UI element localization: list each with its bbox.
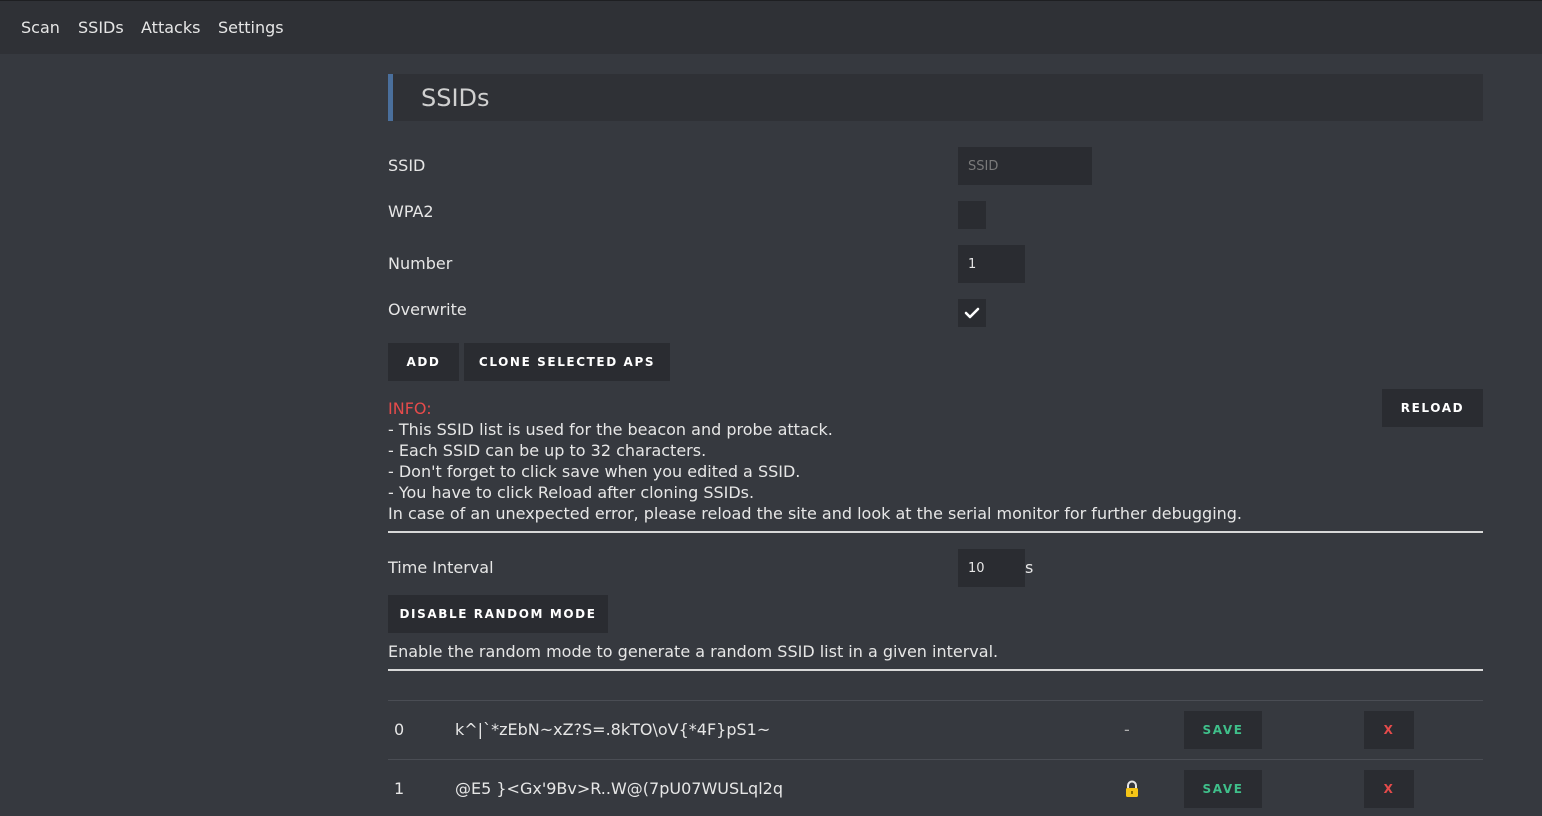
nav-ssids[interactable]: SSIDs — [78, 18, 124, 37]
number-input[interactable] — [958, 245, 1025, 283]
save-button[interactable]: SAVE — [1184, 770, 1262, 808]
reload-button[interactable]: RELOAD — [1382, 389, 1483, 427]
interval-unit: s — [1025, 558, 1034, 577]
wpa2-checkbox[interactable] — [958, 201, 986, 229]
page-title: SSIDs — [421, 84, 490, 112]
add-button[interactable]: ADD — [388, 343, 459, 381]
ssid-name[interactable]: k^|`*zEbN~xZ?S=.8kTO\oV{*4F}pS1~ — [455, 720, 770, 739]
nav-attacks[interactable]: Attacks — [141, 18, 200, 37]
ssid-input[interactable] — [958, 147, 1092, 185]
lock-icon — [1124, 780, 1140, 802]
info-line: - You have to click Reload after cloning… — [388, 483, 755, 502]
time-interval-label: Time Interval — [388, 558, 494, 577]
info-line: - Each SSID can be up to 32 characters. — [388, 441, 707, 460]
main-content: SSIDs SSID WPA2 Number Overwrite ADD CLO… — [388, 0, 1483, 816]
security-none: - — [1124, 720, 1130, 739]
delete-button[interactable]: X — [1364, 711, 1414, 749]
info-line: - Don't forget to click save when you ed… — [388, 462, 801, 481]
checkmark-icon — [964, 307, 980, 319]
ssid-index: 1 — [394, 779, 405, 798]
info-box: INFO: - This SSID list is used for the b… — [388, 398, 1288, 524]
wpa2-label: WPA2 — [388, 202, 434, 221]
divider — [388, 531, 1483, 533]
ssid-label: SSID — [388, 156, 426, 175]
nav-settings[interactable]: Settings — [218, 18, 284, 37]
row-divider — [388, 759, 1483, 760]
ssid-name[interactable]: @E5 }<Gx'9Bv>R..W@(7pU07WUSLql2q — [455, 779, 783, 798]
number-label: Number — [388, 254, 453, 273]
overwrite-checkbox[interactable] — [958, 299, 986, 327]
ssid-index: 0 — [394, 720, 405, 739]
info-title: INFO: — [388, 399, 432, 418]
time-interval-input[interactable] — [958, 549, 1025, 587]
delete-button[interactable]: X — [1364, 770, 1414, 808]
clone-selected-aps-button[interactable]: CLONE SELECTED APS — [464, 343, 670, 381]
row-divider — [388, 700, 1483, 701]
overwrite-label: Overwrite — [388, 300, 467, 319]
disable-random-mode-button[interactable]: DISABLE RANDOM MODE — [388, 595, 608, 633]
info-line: In case of an unexpected error, please r… — [388, 504, 1243, 523]
info-line: - This SSID list is used for the beacon … — [388, 420, 833, 439]
page-header: SSIDs — [388, 74, 1483, 121]
random-mode-description: Enable the random mode to generate a ran… — [388, 642, 999, 661]
divider — [388, 669, 1483, 671]
save-button[interactable]: SAVE — [1184, 711, 1262, 749]
nav-scan[interactable]: Scan — [21, 18, 60, 37]
